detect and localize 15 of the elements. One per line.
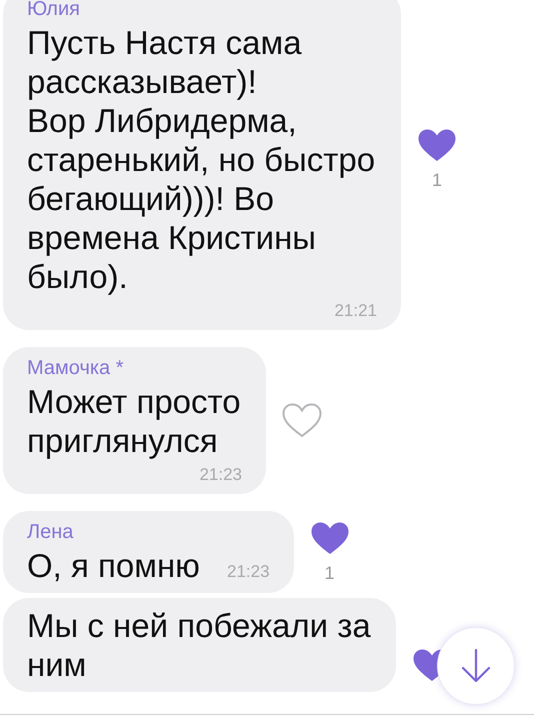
heart-icon[interactable] <box>310 520 350 556</box>
heart-icon[interactable] <box>417 128 457 162</box>
sender-name: Юлия <box>27 0 80 22</box>
message-text: О, я помню <box>27 546 201 585</box>
message-time: 21:23 <box>227 561 270 583</box>
message-time: 21:21 <box>334 300 377 322</box>
message-text: Может просто приглянулся <box>27 382 242 460</box>
message-time: 21:23 <box>199 464 242 486</box>
message-text: Пусть Настя сама рассказывает)! Вор Либридерма, старенький, но быстро бегающий)))! Во времена Кристины было). <box>27 23 376 296</box>
sender-name: Мамочка * <box>27 356 124 381</box>
like-count: 1 <box>324 562 335 584</box>
sender-name: Лена <box>27 520 74 545</box>
message-text: Мы с ней побежали за ним <box>27 606 372 684</box>
arrow-down-icon <box>461 649 491 683</box>
like-count: 1 <box>432 168 442 190</box>
